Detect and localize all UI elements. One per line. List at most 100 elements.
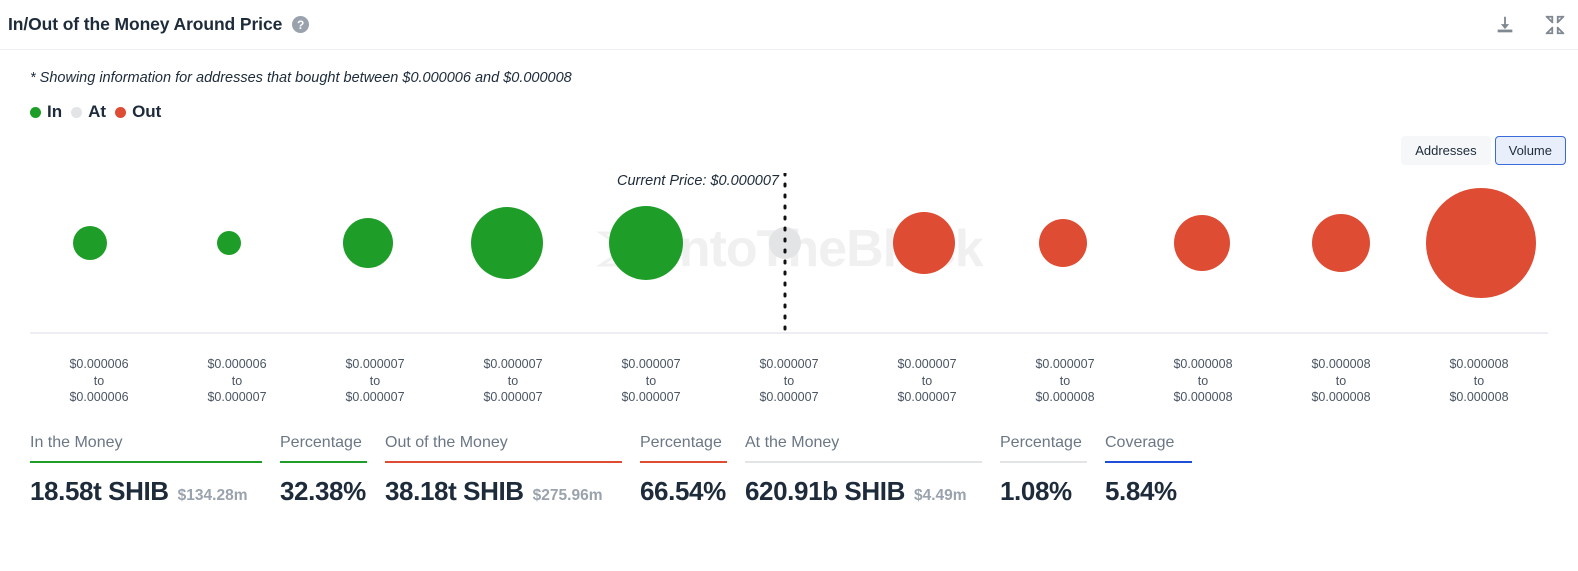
x-axis-tick-line: $0.000006 xyxy=(207,357,267,371)
stat-out-of-the-money-2: Out of the Money 38.18t SHIB $275.96m xyxy=(385,434,640,507)
stat-values: 32.38% xyxy=(280,463,385,507)
x-axis-tick-line: to xyxy=(93,373,105,388)
stat-label: Percentage xyxy=(1000,433,1082,451)
bubble-in-3[interactable] xyxy=(471,207,543,279)
x-axis-tick-line: to xyxy=(369,373,381,388)
x-axis-tick-line: $0.000007 xyxy=(483,390,543,404)
summary-stats: In the Money 18.58t SHIB $134.28m Percentag… xyxy=(0,406,1578,507)
help-icon[interactable]: ? xyxy=(292,16,310,33)
x-axis-labels: $0.000006 to $0.000006 $0.000006 to $0.000007… xyxy=(0,356,1578,406)
stat-percentage-1: Percentage 32.38% xyxy=(280,434,385,507)
bubble-out-6[interactable] xyxy=(893,212,955,274)
x-axis-tick-2: $0.000007 to $0.000007 xyxy=(306,356,444,406)
legend-label-out: Out xyxy=(132,102,162,121)
x-axis-tick-line: $0.000007 xyxy=(1035,357,1095,371)
x-axis-tick-line: to xyxy=(645,373,657,388)
stat-values: 620.91b SHIB $4.49m xyxy=(745,463,1000,507)
x-axis-tick-1: $0.000006 to $0.000007 xyxy=(168,356,306,406)
legend-dot-out xyxy=(115,106,127,118)
x-axis-tick-10: $0.000008 to $0.000008 xyxy=(1410,356,1548,406)
page-title: In/Out of the Money Around Price xyxy=(8,14,283,34)
legend-item-out[interactable]: Out xyxy=(115,102,161,122)
bubble-chart: IntoTheBlock Current Price: $0.000007 xyxy=(0,173,1578,348)
x-axis-tick-line: $0.000008 xyxy=(1173,390,1233,404)
x-axis-tick-line: $0.000007 xyxy=(897,390,957,404)
x-axis-tick-line: to xyxy=(507,373,519,388)
x-axis-tick-line: $0.000007 xyxy=(345,357,405,371)
stat-label: Out of the Money xyxy=(385,433,508,451)
stat-primary-value: 38.18t SHIB xyxy=(385,475,524,506)
legend-label-in: In xyxy=(47,102,63,121)
stat-values: 66.54% xyxy=(640,463,745,507)
x-axis-tick-line: to xyxy=(1059,373,1071,388)
stat-percentage-3: Percentage 66.54% xyxy=(640,434,745,507)
stat-primary-value: 5.84% xyxy=(1105,475,1177,506)
x-axis-tick-7: $0.000007 to $0.000008 xyxy=(996,356,1134,406)
bubble-in-2[interactable] xyxy=(343,218,393,268)
legend-item-at[interactable]: At xyxy=(71,102,106,122)
download-icon[interactable] xyxy=(1494,14,1516,36)
x-axis-tick-line: $0.000007 xyxy=(759,390,819,404)
x-axis-tick-line: $0.000007 xyxy=(483,357,543,371)
x-axis-tick-line: $0.000007 xyxy=(897,357,957,371)
x-axis-tick-line: $0.000007 xyxy=(759,357,819,371)
x-axis-tick-line: $0.000007 xyxy=(207,390,267,404)
x-axis-tick-6: $0.000007 to $0.000007 xyxy=(858,356,996,406)
x-axis-tick-3: $0.000007 to $0.000007 xyxy=(444,356,582,406)
x-axis-tick-line: to xyxy=(1473,373,1485,388)
x-axis-tick-line: to xyxy=(783,373,795,388)
bubble-out-8[interactable] xyxy=(1174,215,1230,271)
stat-primary-value: 620.91b SHIB xyxy=(745,475,905,506)
bubble-in-4[interactable] xyxy=(609,206,683,280)
disclaimer-note: * Showing information for addresses that… xyxy=(30,70,572,86)
stat-percentage-5: Percentage 1.08% xyxy=(1000,434,1105,507)
x-axis-tick-line: $0.000008 xyxy=(1311,357,1371,371)
metric-toggle-row: Addresses Volume xyxy=(0,122,1578,165)
stat-in-the-money-0: In the Money 18.58t SHIB $134.28m xyxy=(30,434,280,507)
stat-label: At the Money xyxy=(745,433,840,451)
stat-values: 5.84% xyxy=(1105,463,1210,507)
stat-label: Percentage xyxy=(280,433,362,451)
bubble-in-0[interactable] xyxy=(73,226,107,260)
x-axis-tick-line: $0.000008 xyxy=(1449,390,1509,404)
stat-primary-value: 1.08% xyxy=(1000,475,1072,506)
x-axis-tick-9: $0.000008 to $0.000008 xyxy=(1272,356,1410,406)
x-axis-tick-line: $0.000007 xyxy=(345,390,405,404)
bubble-out-10[interactable] xyxy=(1426,188,1536,298)
toggle-volume[interactable]: Volume xyxy=(1494,136,1566,165)
bubble-at-5[interactable] xyxy=(769,227,801,259)
stat-secondary-value: $275.96m xyxy=(532,486,603,504)
x-axis-tick-line: $0.000008 xyxy=(1173,357,1233,371)
x-axis-tick-line: to xyxy=(1335,373,1347,388)
x-axis-tick-line: $0.000007 xyxy=(621,390,681,404)
stat-label: In the Money xyxy=(30,433,123,451)
bubble-in-1[interactable] xyxy=(217,231,241,255)
stat-coverage-6: Coverage 5.84% xyxy=(1105,434,1210,507)
bubble-out-7[interactable] xyxy=(1039,219,1087,267)
bubble-group xyxy=(73,188,1536,298)
chart-legend: In At Out xyxy=(0,86,1578,122)
stat-primary-value: 32.38% xyxy=(280,475,366,506)
stat-secondary-value: $134.28m xyxy=(177,486,248,504)
stat-values: 18.58t SHIB $134.28m xyxy=(30,463,280,507)
collapse-icon[interactable] xyxy=(1544,14,1566,36)
toggle-addresses[interactable]: Addresses xyxy=(1401,136,1491,165)
stat-primary-value: 18.58t SHIB xyxy=(30,475,169,506)
bubble-out-9[interactable] xyxy=(1312,214,1370,272)
stat-values: 38.18t SHIB $275.96m xyxy=(385,463,640,507)
x-axis-tick-4: $0.000007 to $0.000007 xyxy=(582,356,720,406)
stat-label: Coverage xyxy=(1105,433,1175,451)
stat-secondary-value: $4.49m xyxy=(913,486,967,504)
x-axis-tick-line: $0.000006 xyxy=(69,357,129,371)
panel-header: In/Out of the Money Around Price ? xyxy=(0,0,1578,50)
stat-values: 1.08% xyxy=(1000,463,1105,507)
legend-dot-at xyxy=(71,106,83,118)
stat-at-the-money-4: At the Money 620.91b SHIB $4.49m xyxy=(745,434,1000,507)
metric-toggle: Addresses Volume xyxy=(1401,136,1566,165)
x-axis-tick-5: $0.000007 to $0.000007 xyxy=(720,356,858,406)
legend-item-in[interactable]: In xyxy=(30,102,62,122)
x-axis-tick-line: $0.000008 xyxy=(1311,390,1371,404)
x-axis-tick-0: $0.000006 to $0.000006 xyxy=(30,356,168,406)
legend-label-at: At xyxy=(88,102,107,121)
legend-dot-in xyxy=(30,106,41,118)
